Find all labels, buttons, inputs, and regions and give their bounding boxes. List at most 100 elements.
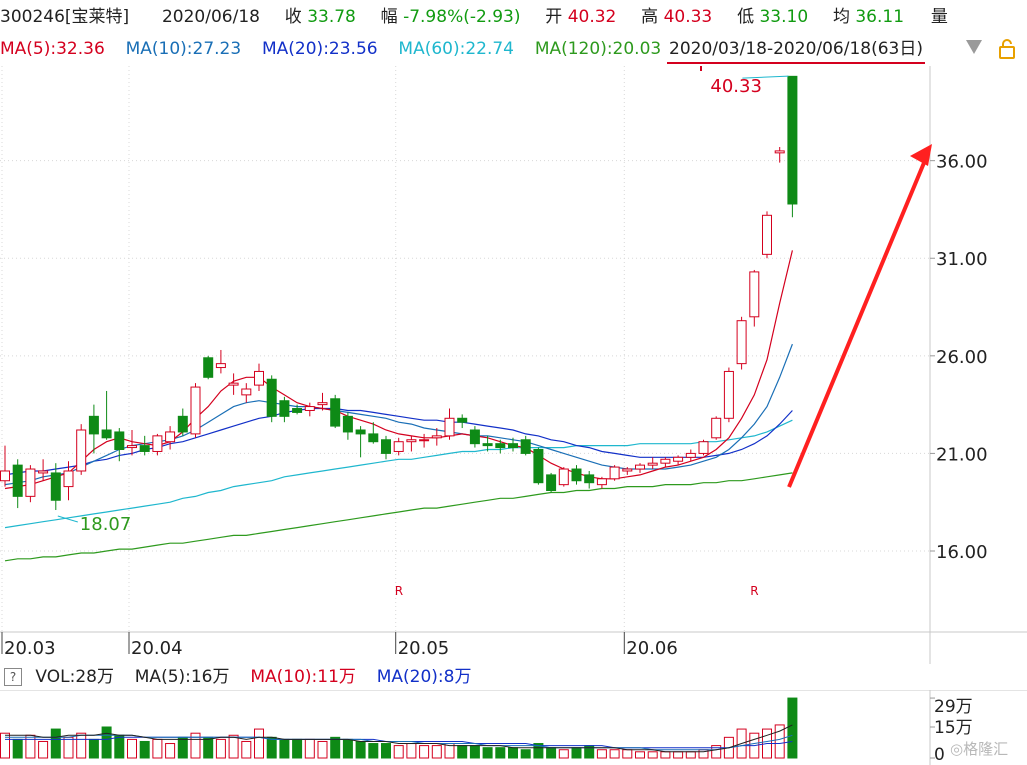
volume-bar bbox=[342, 738, 353, 759]
candle-body bbox=[406, 439, 417, 443]
volume-bar bbox=[215, 738, 226, 759]
volume-bar bbox=[596, 749, 607, 759]
chevron-down-icon[interactable] bbox=[966, 40, 982, 54]
volume-bar bbox=[63, 736, 74, 759]
candle bbox=[635, 463, 645, 473]
candle-body bbox=[304, 406, 315, 411]
candle-body bbox=[685, 452, 696, 458]
candle bbox=[241, 383, 252, 403]
candle-body bbox=[330, 398, 341, 427]
candle bbox=[177, 408, 188, 436]
volume-bar bbox=[25, 734, 36, 759]
candle-body bbox=[444, 417, 455, 437]
candle bbox=[736, 316, 747, 370]
candle-body bbox=[139, 445, 150, 452]
date-range-selector[interactable]: 2020/03/18-2020/06/18(63日) bbox=[667, 36, 925, 64]
candle-body bbox=[508, 443, 518, 449]
help-button[interactable]: ? bbox=[4, 668, 22, 686]
candle bbox=[533, 447, 544, 485]
low-annotation: 18.07 bbox=[80, 514, 132, 535]
high-label: 高 bbox=[641, 7, 659, 27]
candle-body bbox=[12, 464, 23, 497]
candle-body bbox=[431, 435, 442, 439]
candle bbox=[50, 463, 61, 511]
candle bbox=[139, 435, 150, 456]
candle-body bbox=[584, 474, 595, 484]
volume-bar bbox=[673, 751, 684, 759]
ma-legend: MA(5):32.36 MA(10):27.23 MA(20):23.56 MA… bbox=[0, 34, 661, 64]
close-label: 收 bbox=[284, 7, 302, 27]
candle-body bbox=[647, 462, 658, 466]
candle bbox=[546, 472, 557, 493]
candle bbox=[609, 465, 620, 481]
candle-body bbox=[127, 445, 137, 449]
volume-bar bbox=[266, 736, 277, 759]
candle-body bbox=[279, 400, 290, 417]
candle-body bbox=[711, 417, 722, 439]
candle-body bbox=[774, 150, 785, 154]
candle-body bbox=[368, 433, 379, 443]
candle-body bbox=[571, 468, 582, 482]
candle-body bbox=[736, 320, 747, 365]
candle-body bbox=[457, 417, 468, 423]
candle bbox=[723, 367, 734, 423]
candle bbox=[190, 383, 201, 438]
candle bbox=[101, 390, 112, 440]
candle bbox=[342, 412, 353, 440]
candle-body bbox=[101, 429, 112, 439]
candle-body bbox=[381, 439, 391, 454]
candle bbox=[165, 426, 176, 450]
high-annotation: 40.33 bbox=[710, 76, 762, 97]
price-annotations: 40.33 18.07 R R bbox=[57, 66, 932, 598]
lock-icon[interactable] bbox=[998, 38, 1016, 60]
candle-body bbox=[152, 435, 163, 452]
candle bbox=[584, 470, 595, 489]
volume-chart[interactable]: 29万15万 0 bbox=[0, 690, 1027, 765]
candle bbox=[381, 435, 391, 460]
volume-bar bbox=[685, 751, 696, 759]
volume-bar bbox=[609, 749, 620, 759]
volume-bar bbox=[279, 738, 290, 759]
ma20-legend: MA(20):23.56 bbox=[262, 39, 378, 59]
candle-body bbox=[495, 443, 506, 449]
candle bbox=[419, 433, 430, 448]
volume-bars bbox=[0, 697, 798, 759]
candle bbox=[571, 465, 582, 485]
candle bbox=[749, 269, 760, 327]
candle bbox=[393, 437, 404, 456]
low-value: 33.10 bbox=[759, 7, 809, 27]
candle-body bbox=[177, 415, 188, 433]
watermark-logo: ◎格隆汇 bbox=[950, 740, 1009, 758]
candle-body bbox=[635, 464, 645, 470]
candle-body bbox=[342, 415, 353, 433]
candle bbox=[520, 435, 531, 456]
volume-bar bbox=[558, 749, 569, 759]
candle bbox=[596, 476, 607, 489]
price-tick-label: 21.00 bbox=[936, 444, 988, 465]
volume-bar bbox=[381, 743, 391, 759]
candle-body bbox=[558, 468, 569, 486]
candle-body bbox=[88, 415, 99, 435]
ma10-line bbox=[4, 343, 793, 486]
date-axis: 20.03 20.04 20.05 20.06 bbox=[1, 632, 678, 659]
volume-bar bbox=[660, 751, 671, 759]
candle bbox=[88, 404, 99, 454]
volume-bar bbox=[482, 747, 493, 759]
candle bbox=[787, 75, 798, 218]
volume-bar bbox=[203, 736, 214, 759]
volume-tick-label: 15万 bbox=[934, 718, 973, 738]
candle bbox=[457, 414, 468, 429]
candle-body bbox=[482, 443, 493, 447]
candle-body bbox=[419, 439, 430, 442]
candle bbox=[304, 402, 315, 417]
candle-body bbox=[660, 458, 671, 464]
volume-bar bbox=[622, 749, 633, 759]
volume-bar bbox=[647, 751, 658, 759]
price-chart[interactable]: 40.33 18.07 R R 36.00 31.00 26.00 21.00 16.00 2… bbox=[0, 66, 1027, 664]
candle-body bbox=[266, 378, 277, 417]
volume-bar bbox=[457, 745, 468, 759]
volume-bar bbox=[393, 745, 404, 759]
volume-bar bbox=[317, 740, 328, 759]
volume-bar bbox=[38, 740, 49, 759]
r-marker: R bbox=[750, 584, 758, 598]
